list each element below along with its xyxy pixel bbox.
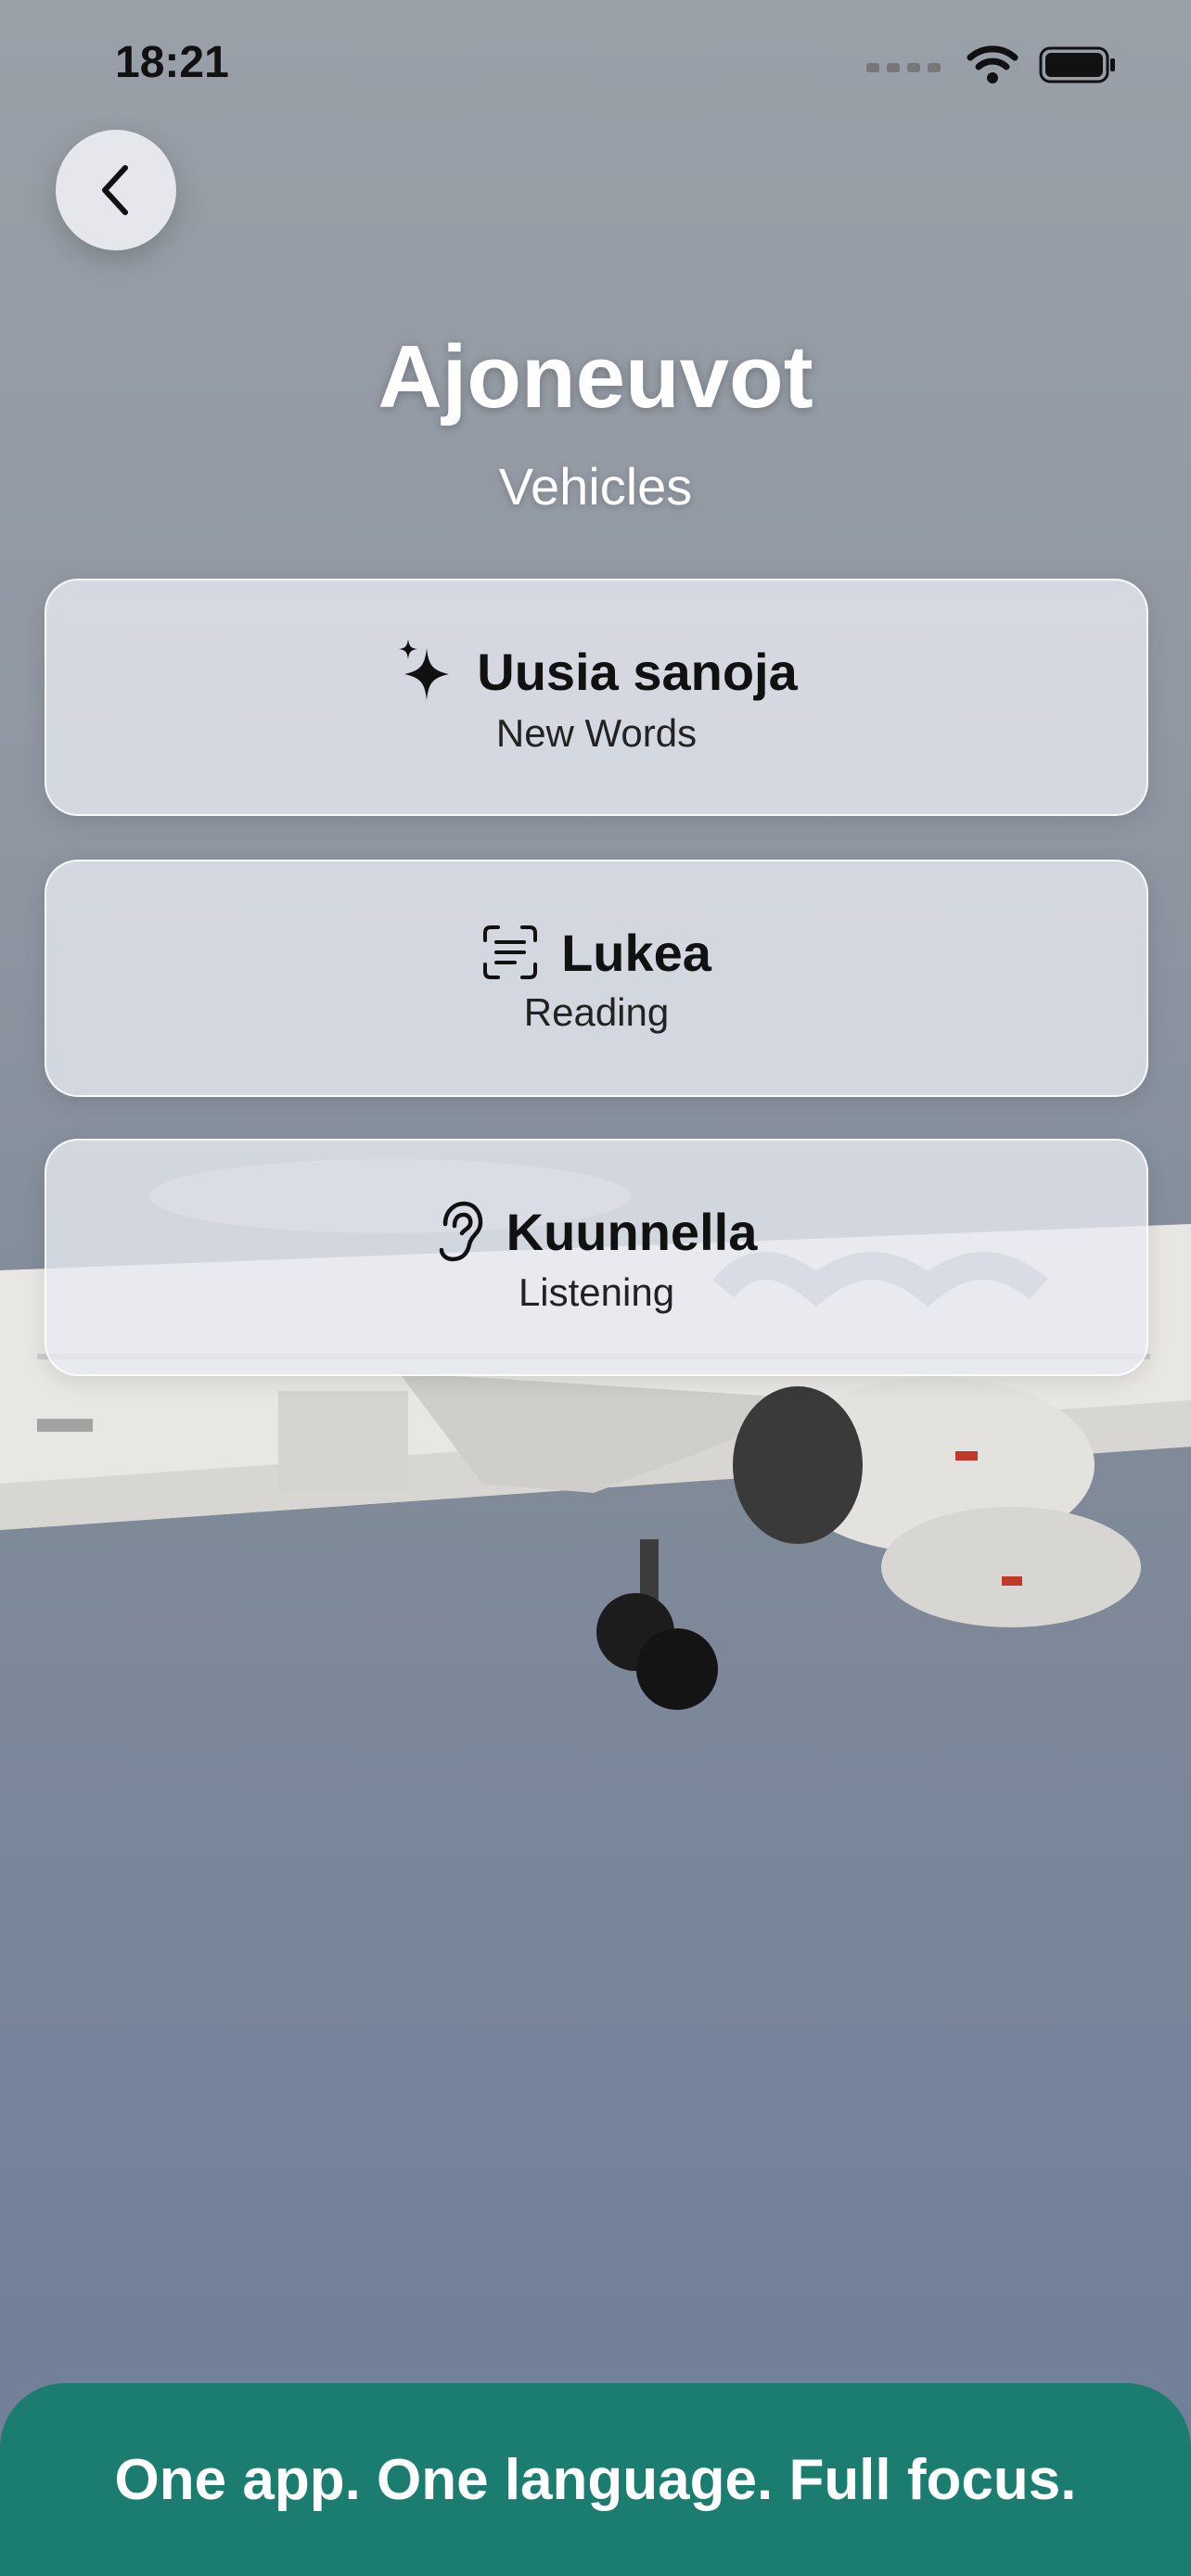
chevron-left-icon bbox=[102, 165, 128, 215]
back-button[interactable] bbox=[56, 130, 176, 250]
status-bar: 18:21 bbox=[0, 0, 1191, 130]
footer-banner: One app. One language. Full focus. bbox=[0, 2383, 1191, 2576]
page-subtitle: Vehicles bbox=[498, 457, 693, 516]
sparkles-icon bbox=[399, 639, 450, 700]
card-title: Kuunnella bbox=[506, 1202, 758, 1261]
card-title: Uusia sanoja bbox=[477, 642, 798, 701]
wifi-icon bbox=[967, 45, 1018, 83]
new-words-card[interactable]: Uusia sanoja New Words bbox=[45, 579, 1148, 816]
listening-card[interactable]: Kuunnella Listening bbox=[45, 1139, 1148, 1376]
card-subtitle: New Words bbox=[495, 711, 698, 755]
ear-icon bbox=[439, 1201, 482, 1262]
card-header: Kuunnella bbox=[436, 1200, 758, 1263]
footer-tagline: One app. One language. Full focus. bbox=[114, 2447, 1077, 2512]
card-title: Lukea bbox=[561, 923, 711, 982]
cellular-signal-icon bbox=[866, 63, 941, 72]
status-time: 18:21 bbox=[115, 38, 229, 87]
card-subtitle: Listening bbox=[518, 1270, 675, 1314]
document-scan-icon bbox=[483, 925, 538, 979]
card-subtitle: Reading bbox=[523, 989, 670, 1034]
reading-card[interactable]: Lukea Reading bbox=[45, 860, 1148, 1097]
page-title: Ajoneuvot bbox=[378, 327, 813, 427]
card-header: Lukea bbox=[481, 923, 711, 983]
battery-icon bbox=[1039, 46, 1115, 83]
card-header: Uusia sanoja bbox=[395, 639, 798, 704]
status-icons bbox=[866, 45, 1117, 85]
